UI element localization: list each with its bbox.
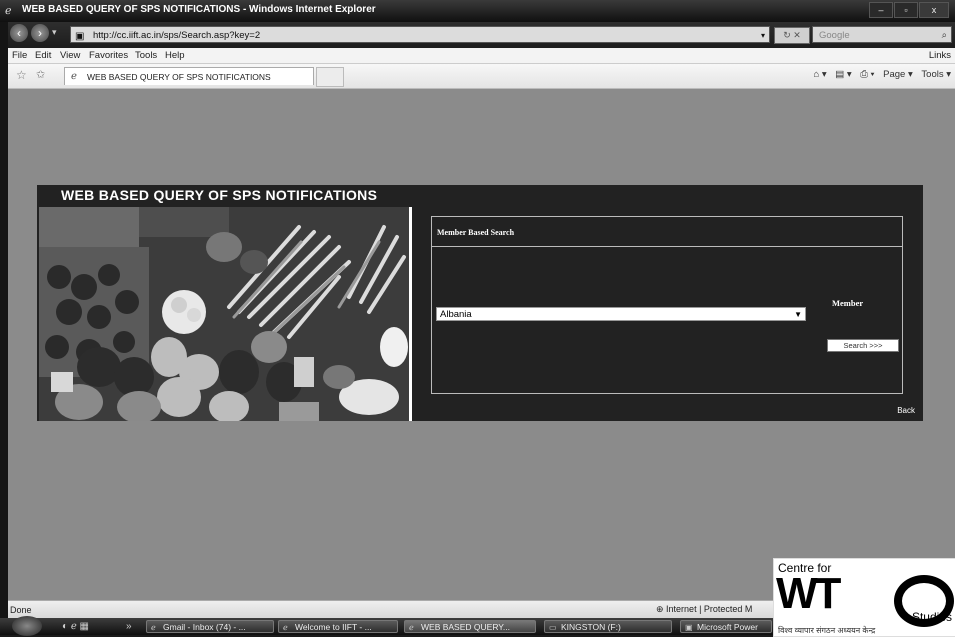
quick-launch-more-icon[interactable]: » (126, 621, 132, 632)
search-input[interactable]: Google ⌕ (812, 26, 952, 43)
menu-edit[interactable]: Edit (35, 50, 51, 61)
add-favorites-icon[interactable]: ✩ (36, 68, 45, 81)
page-title: WEB BASED QUERY OF SPS NOTIFICATIONS (61, 187, 378, 203)
search-placeholder: Google (819, 30, 850, 41)
task-kingston[interactable]: ▭ KINGSTON (F:) (544, 620, 672, 633)
header-divider (432, 246, 902, 247)
print-icon[interactable]: ⎙ ▾ (860, 69, 874, 80)
menu-file[interactable]: File (12, 50, 27, 61)
quick-launch-icons[interactable]: ◐ ℯ ▦ (62, 621, 89, 632)
ie-icon: ℯ (151, 623, 156, 632)
task-label: Microsoft Power (697, 622, 758, 632)
globe-icon: ⊕ (656, 604, 667, 614)
ie-icon: ℯ (409, 623, 414, 632)
title-bar: ℯ WEB BASED QUERY OF SPS NOTIFICATIONS -… (0, 0, 955, 22)
menu-help[interactable]: Help (165, 50, 185, 61)
maximize-button[interactable]: ▫ (894, 2, 918, 18)
start-button[interactable] (12, 616, 42, 636)
menu-bar: File Edit View Favorites Tools Help Link… (8, 48, 955, 64)
menu-view[interactable]: View (60, 50, 80, 61)
refresh-stop-buttons[interactable]: ↻ ✕ (774, 27, 810, 44)
task-label: Gmail - Inbox (74) - ... (163, 622, 246, 632)
menu-favorites[interactable]: Favorites (89, 50, 128, 61)
tab-bar: ☆ ✩ ℯ WEB BASED QUERY OF SPS NOTIFICATIO… (8, 64, 955, 89)
new-tab-button[interactable] (316, 67, 344, 87)
security-zone: ⊕ Internet | Protected M (656, 604, 752, 615)
task-sps-query[interactable]: ℯ WEB BASED QUERY... (404, 620, 536, 633)
history-dropdown-icon[interactable]: ▾ (52, 27, 57, 38)
links-menu[interactable]: Links (929, 50, 951, 61)
page-content: WEB BASED QUERY OF SPS NOTIFICATIONS Mem… (8, 89, 955, 600)
member-search-box: Member Based Search Member Albania ▼ Sea… (431, 216, 903, 394)
member-search-header: Member Based Search (437, 228, 515, 237)
close-button[interactable]: x (919, 2, 949, 18)
task-label: WEB BASED QUERY... (421, 622, 510, 632)
logo-studies: Studies (911, 610, 952, 624)
logo-hindi-text: विश्व व्यापार संगठन अध्ययन केन्द्र (778, 626, 876, 635)
url-field[interactable]: ▣ http://cc.iift.ac.in/sps/Search.asp?ke… (70, 26, 770, 43)
status-text: Done (10, 605, 32, 615)
window-title: WEB BASED QUERY OF SPS NOTIFICATIONS - W… (22, 4, 376, 15)
command-bar: ⌂ ▾ ▤ ▾ ⎙ ▾ Page ▾ Tools ▾ (807, 69, 951, 80)
zone-text: Internet | Protected M (666, 604, 753, 614)
minimize-button[interactable]: – (869, 2, 893, 18)
folder-icon: ▭ (549, 623, 557, 632)
forward-arrow-icon[interactable]: › (31, 24, 49, 42)
member-select-value: Albania (440, 309, 472, 320)
address-bar: ‹ › ▾ ▣ http://cc.iift.ac.in/sps/Search.… (8, 22, 955, 48)
page-menu[interactable]: Page ▾ (883, 69, 913, 80)
logo-wto: WT (776, 569, 841, 618)
window-edge (0, 0, 8, 635)
search-icon[interactable]: ⌕ (942, 27, 947, 44)
page-icon: ▣ (75, 31, 85, 42)
favorites-star-icon[interactable]: ☆ (16, 68, 27, 82)
member-label: Member (832, 298, 864, 308)
search-panel: WEB BASED QUERY OF SPS NOTIFICATIONS Mem… (37, 185, 923, 421)
menu-tools[interactable]: Tools (135, 50, 157, 61)
tab-current[interactable]: ℯ WEB BASED QUERY OF SPS NOTIFICATIONS (64, 67, 314, 85)
url-dropdown-icon[interactable]: ▾ (761, 27, 765, 44)
task-label: KINGSTON (F:) (561, 622, 621, 632)
task-iift[interactable]: ℯ Welcome to IIFT - ... (278, 620, 398, 633)
url-text: http://cc.iift.ac.in/sps/Search.asp?key=… (93, 30, 261, 41)
back-link[interactable]: Back (897, 406, 915, 415)
home-icon[interactable]: ⌂ ▾ (813, 69, 826, 80)
tools-menu[interactable]: Tools ▾ (921, 69, 951, 80)
tab-title: WEB BASED QUERY OF SPS NOTIFICATIONS (87, 72, 271, 82)
browser-window: ℯ WEB BASED QUERY OF SPS NOTIFICATIONS -… (0, 0, 955, 637)
vegetables-photo (39, 207, 412, 421)
task-gmail[interactable]: ℯ Gmail - Inbox (74) - ... (146, 620, 274, 633)
back-arrow-icon[interactable]: ‹ (10, 24, 28, 42)
feeds-icon[interactable]: ▤ ▾ (835, 69, 851, 80)
tab-page-icon: ℯ (71, 71, 77, 82)
ie-icon: ℯ (283, 623, 288, 632)
member-select[interactable]: Albania ▼ (436, 307, 806, 321)
chevron-down-icon[interactable]: ▼ (794, 308, 802, 322)
wto-centre-logo: Centre for WT Studies विश्व व्यापार संगठ… (773, 558, 955, 637)
search-button[interactable]: Search >>> (827, 339, 899, 352)
powerpoint-icon: ▣ (685, 623, 693, 632)
window-controls: – ▫ x (868, 2, 949, 18)
task-powerpoint[interactable]: ▣ Microsoft Power (680, 620, 772, 633)
ie-icon: ℯ (5, 5, 12, 17)
task-label: Welcome to IIFT - ... (295, 622, 372, 632)
